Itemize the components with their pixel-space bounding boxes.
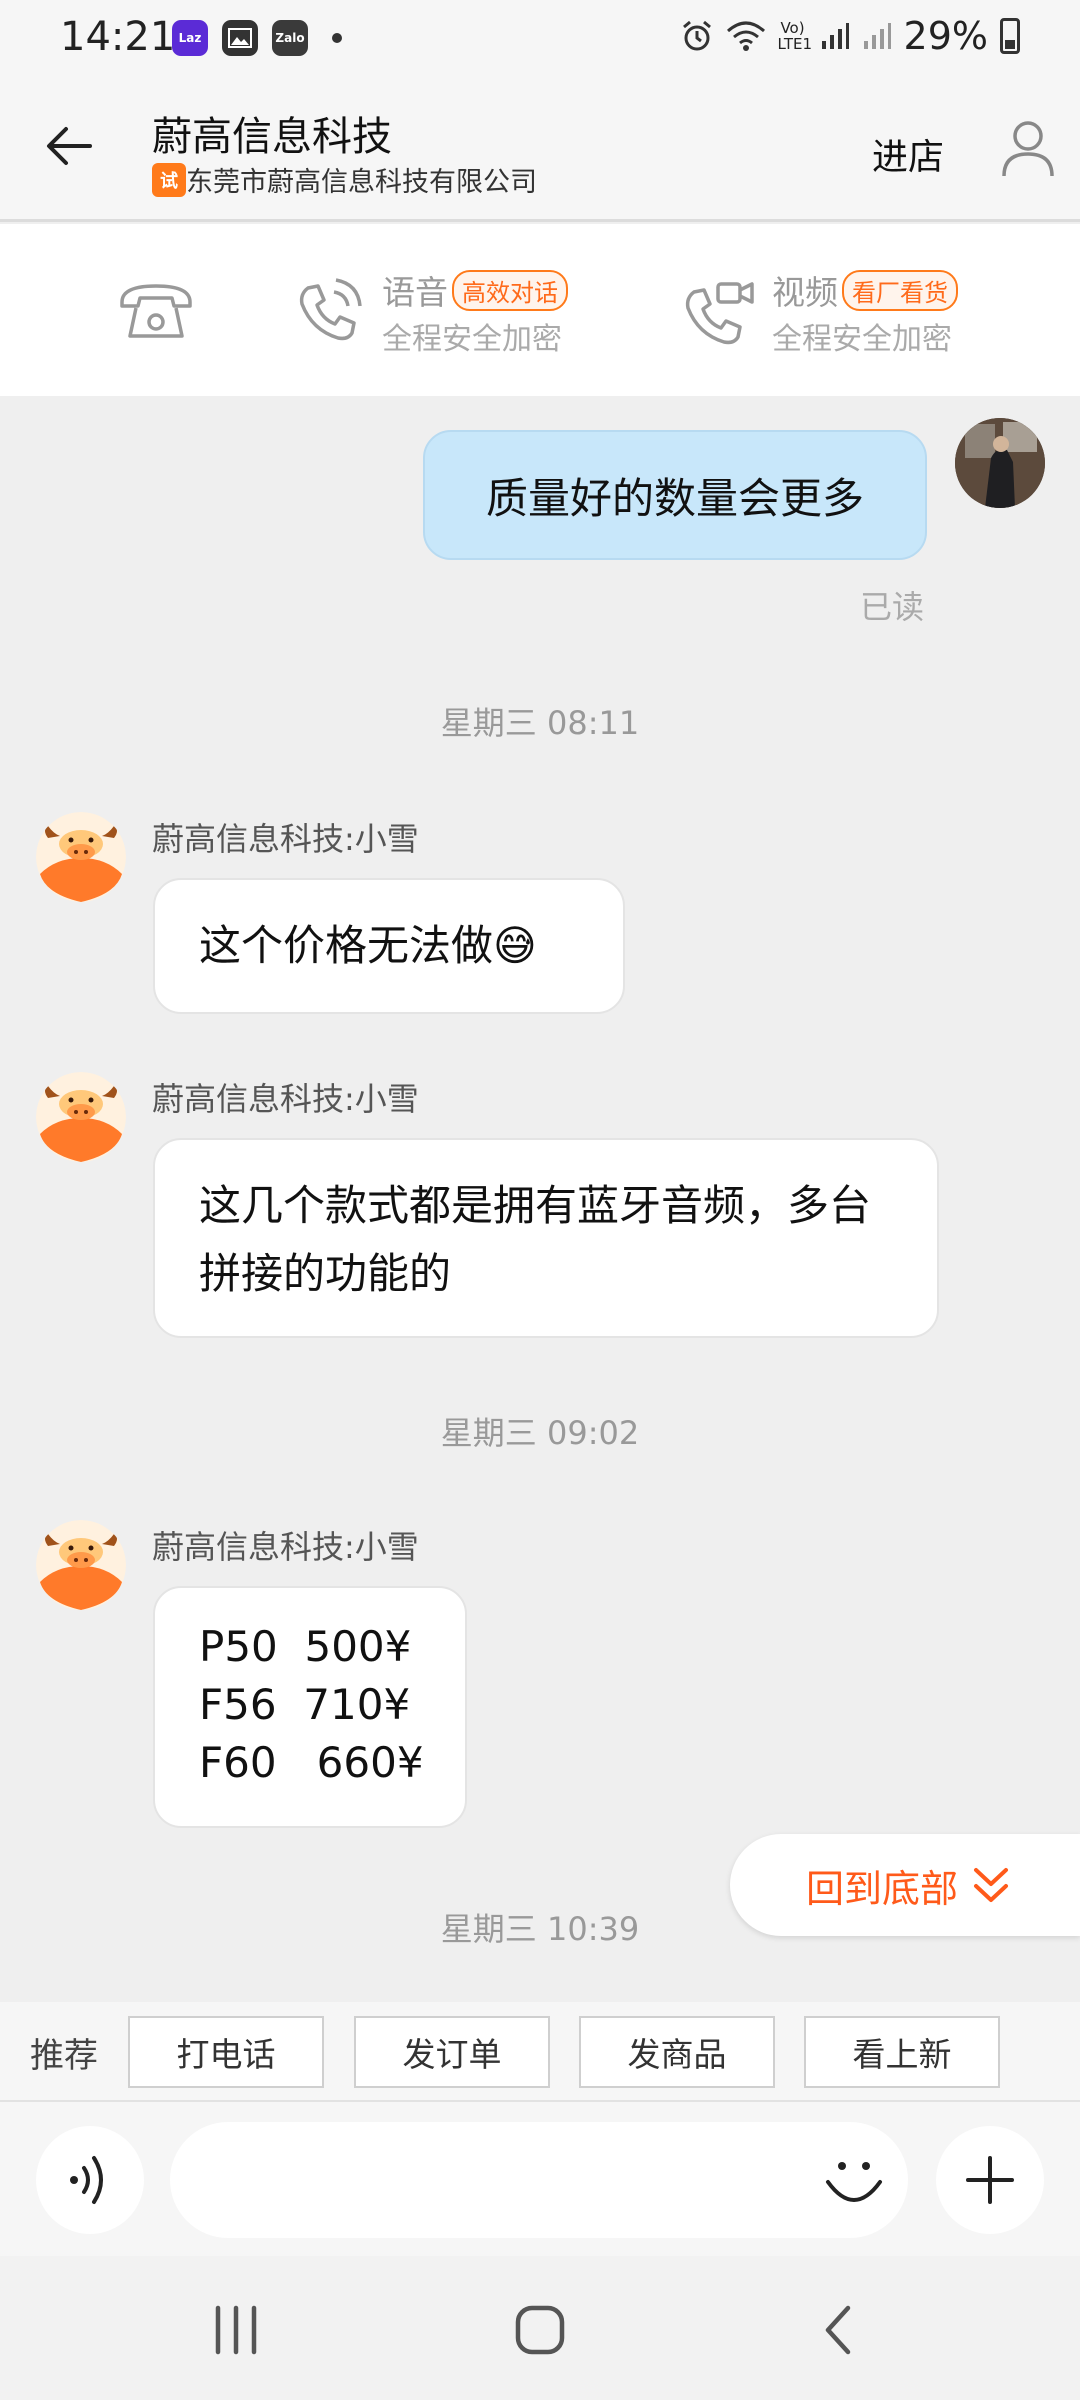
- quick-actions-bar: 推荐 打电话 发订单 发商品 看上新: [0, 2002, 1080, 2100]
- back-to-bottom-label: 回到底部: [806, 1866, 959, 1911]
- chat-header: 蔚高信息科技 试 东莞市蔚高信息科技有限公司 进店: [0, 80, 1080, 222]
- enter-shop-button[interactable]: 进店: [872, 128, 944, 180]
- voice-waves-icon: [70, 2156, 103, 2204]
- view-new-button[interactable]: 看上新: [804, 2016, 1000, 2088]
- company-name-row: 试 东莞市蔚高信息科技有限公司: [152, 160, 537, 199]
- message-bubble[interactable]: 这几个款式都是拥有蓝牙音频，多台拼接的功能的: [153, 1138, 939, 1338]
- more-actions-button[interactable]: [936, 2126, 1044, 2234]
- recent-apps-icon: [215, 2305, 257, 2355]
- voice-input-button[interactable]: [36, 2126, 144, 2234]
- status-indicators: Vo) LTE1 29%: [680, 14, 1020, 58]
- wifi-icon: [726, 21, 765, 51]
- status-time: 14:21: [60, 14, 176, 60]
- recommend-label: 推荐: [30, 2036, 98, 2076]
- send-product-button[interactable]: 发商品: [579, 2016, 775, 2088]
- sender-name: 蔚高信息科技:小雪: [152, 1528, 419, 1566]
- voice-label: 语音: [382, 273, 448, 312]
- input-bar: [0, 2100, 1080, 2256]
- my-message-bubble[interactable]: 质量好的数量会更多: [423, 430, 927, 560]
- voice-tag: 高效对话: [452, 269, 568, 311]
- gallery-icon: [222, 20, 258, 56]
- message-input[interactable]: [170, 2122, 908, 2238]
- emoji-button[interactable]: [820, 2148, 888, 2216]
- home-button[interactable]: [508, 2298, 572, 2362]
- seller-avatar[interactable]: [36, 812, 126, 902]
- signal-2-icon: [863, 23, 891, 49]
- video-label: 视频: [772, 273, 838, 312]
- phone-video-icon: [685, 282, 754, 345]
- more-notifications-dot: [332, 33, 342, 43]
- home-icon: [515, 2305, 565, 2355]
- page-title: 蔚高信息科技: [152, 114, 392, 160]
- video-sub-label: 全程安全加密: [772, 322, 952, 357]
- arrow-left-icon: [47, 127, 92, 165]
- system-nav-bar: [0, 2256, 1080, 2400]
- battery-percent: 29%: [903, 14, 988, 58]
- video-call-button[interactable]: 视频 看厂看货 全程安全加密: [680, 262, 1010, 362]
- video-tag: 看厂看货: [842, 269, 958, 311]
- lazada-icon: Laz: [172, 20, 208, 56]
- voice-label-row: 语音 高效对话: [382, 266, 568, 314]
- back-button[interactable]: [40, 116, 100, 176]
- back-nav-button[interactable]: [808, 2298, 872, 2362]
- alarm-icon: [682, 20, 711, 51]
- price-message-bubble[interactable]: P50 500¥ F56 710¥ F60 660¥: [153, 1586, 467, 1828]
- send-order-button[interactable]: 发订单: [354, 2016, 550, 2088]
- message-list[interactable]: 质量好的数量会更多 已读 星期三 08:11 蔚高信息科技:小雪 这个价格无法做…: [0, 396, 1080, 2002]
- recent-apps-button[interactable]: [204, 2298, 268, 2362]
- profile-button[interactable]: [996, 116, 1060, 180]
- cow-avatar-icon: [36, 1072, 126, 1162]
- cow-avatar-icon: [36, 812, 126, 902]
- signal-icon: [821, 23, 849, 49]
- shop-badge-icon: 试: [152, 162, 186, 197]
- user-icon: [1002, 121, 1054, 177]
- video-label-row: 视频 看厂看货: [772, 266, 958, 314]
- double-chevron-down-icon: [974, 1868, 1009, 1902]
- seller-avatar[interactable]: [36, 1520, 126, 1610]
- sender-name: 蔚高信息科技:小雪: [152, 820, 419, 858]
- back-chevron-icon: [825, 2305, 851, 2355]
- cow-avatar-icon: [36, 1520, 126, 1610]
- battery-icon: [1000, 18, 1020, 54]
- plus-icon: [966, 2156, 1014, 2204]
- zalo-icon: Zalo: [272, 20, 308, 56]
- message-bubble[interactable]: 这个价格无法做😅: [153, 878, 625, 1014]
- call-options-bar: 语音 高效对话 全程安全加密 视频 看厂看货 全程安全加密: [0, 224, 1080, 396]
- time-divider: 星期三 08:11: [440, 704, 640, 742]
- phone-call-button[interactable]: [116, 280, 196, 344]
- read-status: 已读: [860, 588, 925, 626]
- sender-name: 蔚高信息科技:小雪: [152, 1080, 419, 1118]
- time-divider: 星期三 09:02: [440, 1414, 640, 1452]
- back-to-bottom-button[interactable]: 回到底部: [730, 1834, 1080, 1936]
- smiley-icon: [826, 2162, 882, 2202]
- status-bar: 14:21 Laz Zalo Vo) LTE1 29%: [0, 0, 1080, 80]
- notification-icons: Laz Zalo: [172, 20, 342, 56]
- network-type-label: Vo) LTE1: [777, 19, 813, 53]
- my-avatar[interactable]: [955, 418, 1045, 508]
- telephone-icon: [120, 284, 192, 338]
- voice-call-button[interactable]: 语音 高效对话 全程安全加密: [290, 262, 620, 362]
- voice-sub-label: 全程安全加密: [382, 322, 562, 357]
- call-button[interactable]: 打电话: [128, 2016, 324, 2088]
- company-name: 东莞市蔚高信息科技有限公司: [186, 167, 537, 198]
- phone-waves-icon: [299, 278, 362, 341]
- seller-avatar[interactable]: [36, 1072, 126, 1162]
